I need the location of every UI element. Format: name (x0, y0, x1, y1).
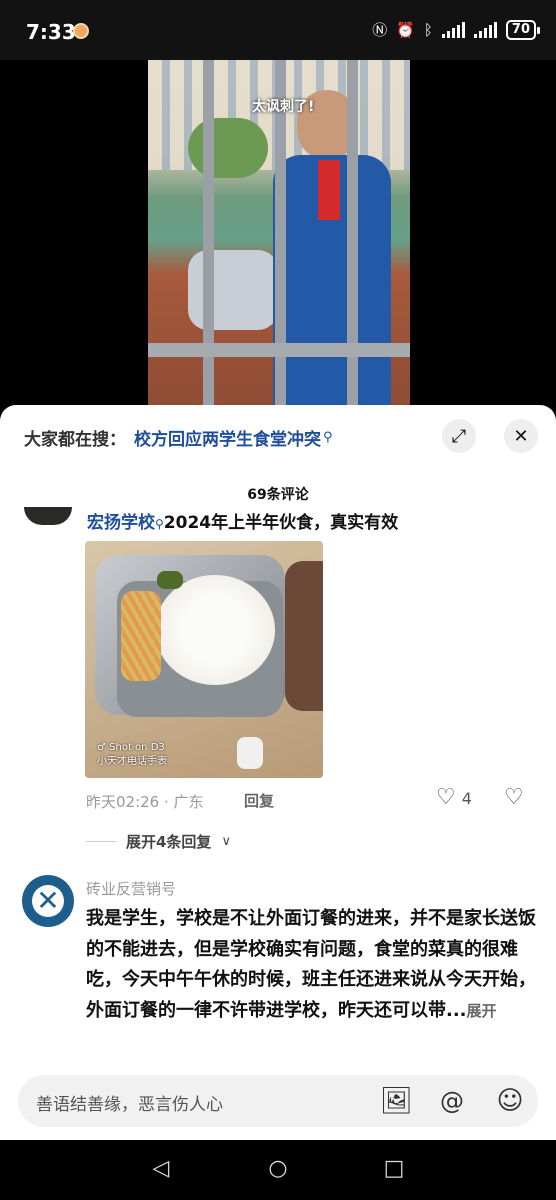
expand-replies-button[interactable]: 展开4条回复 ∨ (86, 831, 231, 852)
watermark-line-1: Shot on D3 (109, 742, 165, 753)
comment-sheet: 大家都在搜： 校方回应两学生食堂冲突 ⚲ ⤢ ✕ 69条评论 宏扬学校⚲2024… (0, 405, 556, 1140)
comment-count: 69条评论 (247, 487, 309, 503)
nfc-icon: Ⓝ (372, 21, 388, 39)
hot-search-query[interactable]: 校方回应两学生食堂冲突 (134, 425, 321, 450)
comment-text: 宏扬学校⚲2024年上半年伙食，真实有效 (87, 508, 398, 533)
like-button[interactable]: ♡ 4 (436, 787, 472, 809)
recent-apps-icon[interactable]: □ (379, 1156, 409, 1182)
video-fence-rail (148, 343, 410, 357)
expand-replies-label: 展开4条回复 (126, 833, 212, 851)
avatar[interactable]: ✕ (22, 875, 74, 927)
video-player[interactable]: 太讽刺了! (0, 60, 556, 405)
avatar-logo-icon: ✕ (36, 884, 60, 917)
home-icon[interactable]: ○ (263, 1156, 293, 1182)
battery-icon: 70 (505, 19, 541, 40)
comment-search-link[interactable]: 宏扬学校 (87, 513, 155, 533)
system-nav-bar: ◁ ○ □ (0, 1140, 556, 1200)
reply-button[interactable]: 回复 (244, 790, 274, 811)
photo-side-dish (285, 561, 323, 711)
divider (86, 841, 116, 842)
comment-body: 2024年上半年伙食，真实有效 (163, 513, 399, 533)
photo-rice (155, 575, 275, 685)
camera-icon: ♂ (97, 742, 106, 753)
emoji-icon[interactable]: ☺ (494, 1085, 526, 1117)
video-caption: 太讽刺了! (252, 99, 315, 115)
search-icon: ⚲ (323, 429, 333, 445)
signal-icon (441, 21, 465, 38)
status-time: 7:33 (26, 20, 76, 44)
hot-search-label: 大家都在搜： (24, 429, 126, 450)
like-count: 4 (461, 788, 472, 808)
alarm-icon: ⏰ (396, 20, 415, 39)
app-notification-icon (73, 23, 89, 39)
bluetooth-icon: ᛒ (423, 20, 433, 39)
close-icon: ✕ (513, 425, 529, 447)
image-icon[interactable]: 🖼 (380, 1085, 413, 1117)
back-icon[interactable]: ◁ (146, 1156, 176, 1182)
comment-time-location: 昨天02:26 · 广东 (86, 793, 204, 811)
expand-comment-button[interactable]: 展开 (467, 1002, 497, 1020)
chevron-down-icon: ∨ (221, 834, 231, 849)
status-icons: Ⓝ ⏰ ᛒ 70 (372, 19, 541, 40)
expand-button[interactable]: ⤢ (442, 419, 476, 453)
hot-search[interactable]: 大家都在搜： 校方回应两学生食堂冲突 ⚲ (24, 423, 333, 451)
comment-input[interactable]: 善语结善缘，恶言伤人心 🖼 @ ☺ (18, 1075, 538, 1127)
photo-vegetables (121, 591, 161, 681)
photo-watermark: ♂ Shot on D3 小天才电话手表 (97, 741, 167, 769)
status-bar: 7:33 Ⓝ ⏰ ᛒ 70 (0, 0, 556, 60)
photo-bottle-cap (237, 737, 263, 769)
broken-heart-icon[interactable]: ♡ (504, 787, 524, 809)
at-icon[interactable]: @ (436, 1085, 468, 1117)
heart-icon: ♡ (436, 785, 456, 810)
comment-text: 我是学生，学校是不让外面订餐的进来，并不是家长送饭的不能进去，但是学校确实有问题… (86, 904, 536, 1026)
watermark-line-2: 小天才电话手表 (97, 756, 167, 767)
avatar[interactable] (24, 507, 72, 525)
search-icon: ⚲ (155, 517, 164, 531)
signal-icon-2 (473, 21, 497, 38)
comment-input-bar: 善语结善缘，恶言伤人心 🖼 @ ☺ (0, 1060, 556, 1140)
comment-input-placeholder: 善语结善缘，恶言伤人心 (36, 1095, 223, 1115)
comment-photo[interactable]: ♂ Shot on D3 小天才电话手表 (85, 541, 323, 778)
expand-icon: ⤢ (451, 425, 467, 447)
comment-username[interactable]: 砖业反营销号 (86, 878, 176, 899)
close-button[interactable]: ✕ (504, 419, 538, 453)
